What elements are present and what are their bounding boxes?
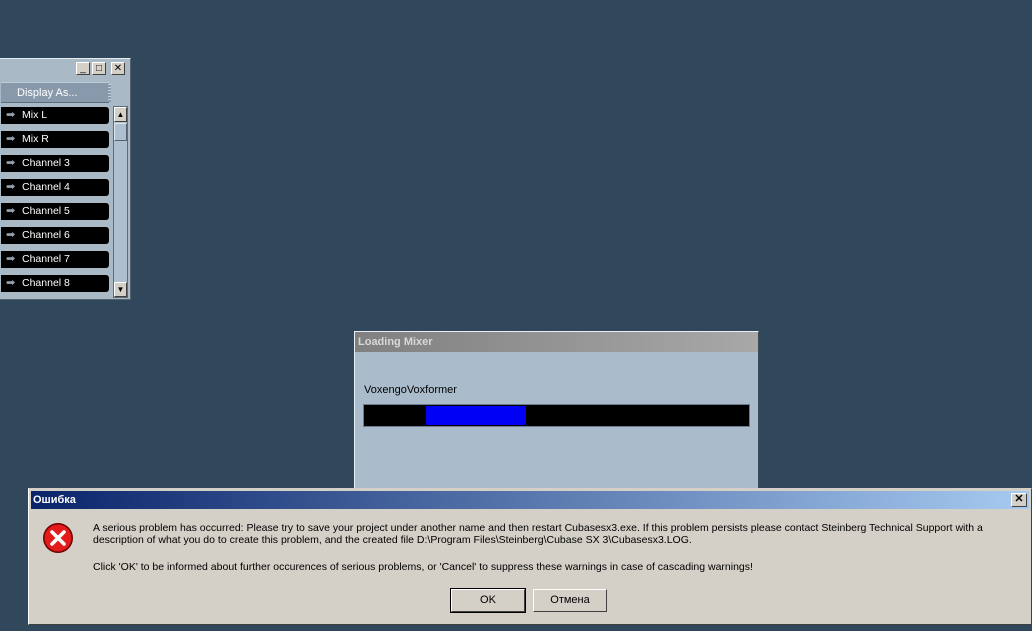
minimize-icon: _: [80, 63, 86, 74]
arrow-icon: ➡: [6, 277, 16, 289]
channel-label: Mix R: [22, 133, 49, 145]
arrow-icon: ➡: [6, 133, 16, 145]
chevron-down-icon: ▼: [116, 285, 125, 294]
connections-panel: _ □ ✕ Display As... ➡ Mix L ➡ Mix R ➡ Chann…: [0, 58, 131, 300]
channel-item[interactable]: ➡ Channel 4: [1, 179, 109, 196]
error-instructions: Click 'OK' to be informed about further …: [93, 561, 753, 573]
close-button[interactable]: ✕: [111, 62, 125, 75]
progress-fill: [425, 406, 526, 425]
loading-progress-bar: [363, 404, 750, 427]
channel-label: Channel 8: [22, 277, 70, 289]
channel-label: Channel 3: [22, 157, 70, 169]
chevron-up-icon: ▲: [116, 110, 125, 119]
dialog-title: Ошибка: [33, 494, 76, 506]
channel-item[interactable]: ➡ Channel 6: [1, 227, 109, 244]
arrow-icon: ➡: [6, 229, 16, 241]
channel-item[interactable]: ➡ Channel 3: [1, 155, 109, 172]
channel-label: Mix L: [22, 109, 48, 121]
close-icon: ✕: [113, 63, 123, 74]
error-message: A serious problem has occurred: Please t…: [93, 522, 983, 546]
cancel-button[interactable]: Отмена: [533, 589, 607, 612]
error-dialog: Ошибка ✕ A serious problem has occurred:…: [28, 488, 1032, 625]
arrow-icon: ➡: [6, 253, 16, 265]
loading-window-title: Loading Mixer: [355, 332, 758, 352]
channel-scrollbar[interactable]: ▲ ▼: [113, 106, 128, 298]
channel-item[interactable]: ➡ Mix R: [1, 131, 109, 148]
channel-item[interactable]: ➡ Channel 8: [1, 275, 109, 292]
scroll-up-button[interactable]: ▲: [114, 107, 127, 122]
channel-label: Channel 6: [22, 229, 70, 241]
ok-button[interactable]: OK: [450, 588, 526, 613]
maximize-icon: □: [95, 63, 103, 74]
arrow-icon: ➡: [6, 157, 16, 169]
error-icon: [43, 523, 73, 553]
channel-item[interactable]: ➡ Mix L: [1, 107, 109, 124]
arrow-icon: ➡: [6, 109, 16, 121]
close-icon: ✕: [1014, 493, 1024, 505]
channel-label: Channel 7: [22, 253, 70, 265]
channel-label: Channel 5: [22, 205, 70, 217]
maximize-button[interactable]: □: [92, 62, 106, 75]
minimize-button[interactable]: _: [76, 62, 90, 75]
arrow-icon: ➡: [6, 205, 16, 217]
channel-item[interactable]: ➡ Channel 7: [1, 251, 109, 268]
panel-titlebar[interactable]: _ □ ✕: [0, 59, 130, 81]
channel-item[interactable]: ➡ Channel 5: [1, 203, 109, 220]
display-as-button[interactable]: Display As...: [1, 82, 111, 103]
dialog-titlebar[interactable]: Ошибка ✕: [31, 491, 1029, 509]
channel-list: ➡ Mix L ➡ Mix R ➡ Channel 3 ➡ Channel 4 ➡ Cha…: [1, 107, 109, 299]
scroll-thumb[interactable]: [114, 123, 127, 141]
loading-mixer-window: Loading Mixer VoxengoVoxformer: [354, 331, 759, 501]
loading-item-label: VoxengoVoxformer: [364, 384, 457, 396]
channel-label: Channel 4: [22, 181, 70, 193]
scroll-down-button[interactable]: ▼: [114, 282, 127, 297]
arrow-icon: ➡: [6, 181, 16, 193]
dialog-close-button[interactable]: ✕: [1011, 493, 1027, 507]
